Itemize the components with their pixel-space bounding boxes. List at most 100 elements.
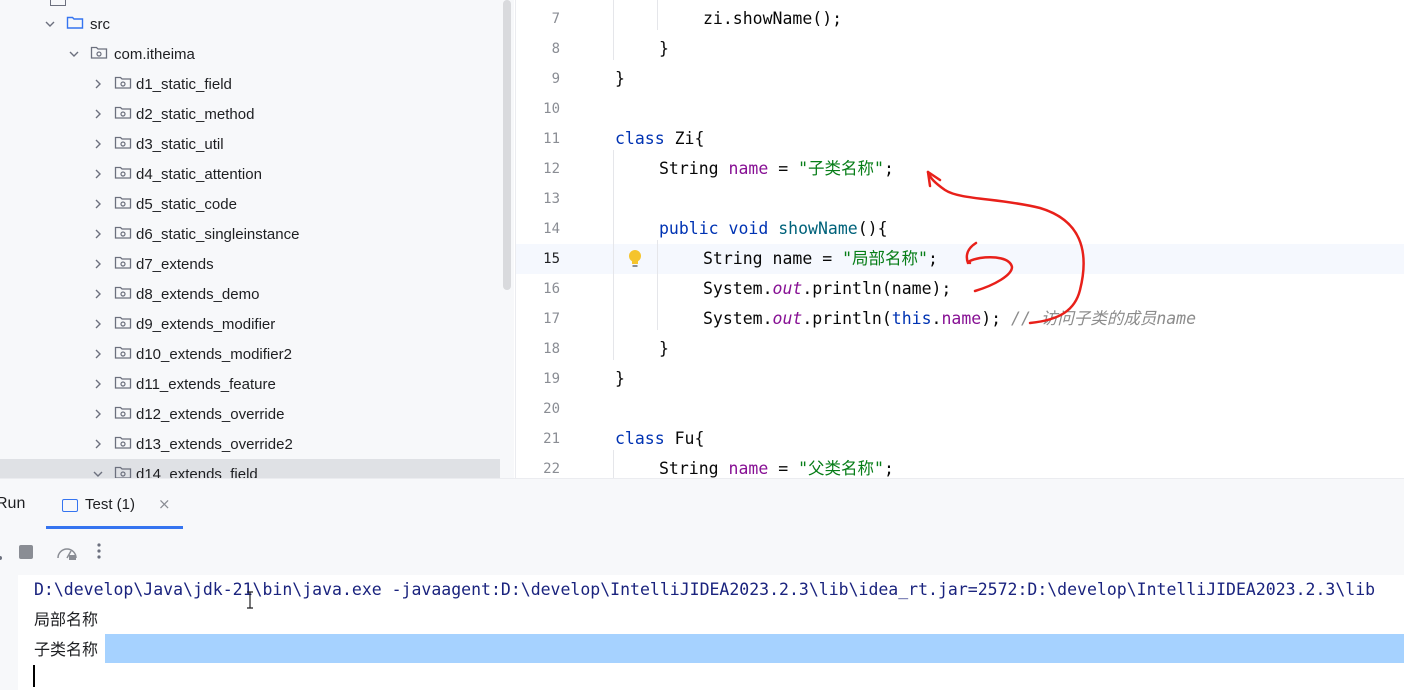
code-editor[interactable]: 7 8 9 10 11 12 13 14 15 16 17 18 19 20 2… (515, 0, 1404, 478)
chevron-right-icon[interactable] (90, 346, 106, 362)
package-icon (114, 344, 132, 364)
tree-item-label: d8_extends_demo (136, 285, 260, 303)
tree-item-src[interactable]: src (0, 9, 500, 39)
chevron-right-icon[interactable] (90, 256, 106, 272)
code-line-19: } (615, 369, 625, 388)
code-line-8: } (659, 39, 669, 58)
tree-scrollbar[interactable] (503, 0, 511, 290)
line-number: 20 (543, 401, 560, 417)
line-number: 21 (543, 431, 560, 447)
tree-item-d14[interactable]: d14_extends_field (0, 459, 500, 478)
package-icon (114, 464, 132, 478)
chevron-down-icon[interactable] (90, 466, 106, 478)
chevron-right-icon[interactable] (90, 376, 106, 392)
code-line-12: String name = "子类名称"; (659, 159, 894, 178)
more-options-icon[interactable] (96, 542, 102, 564)
code-line-22: String name = "父类名称"; (659, 459, 894, 478)
tree-item-label: d2_static_method (136, 105, 255, 123)
chevron-right-icon[interactable] (90, 76, 106, 92)
package-icon (114, 104, 132, 124)
tree-item-label: d1_static_field (136, 75, 232, 93)
indent-guide (613, 450, 614, 478)
line-number-current: 15 (543, 251, 560, 267)
tree-item-d6[interactable]: d6_static_singleinstance (0, 219, 500, 249)
close-icon[interactable]: × (158, 495, 171, 513)
line-number: 13 (543, 191, 560, 207)
tree-item-d12[interactable]: d12_extends_override (0, 399, 500, 429)
current-line-highlight (516, 244, 1404, 274)
stop-icon[interactable] (18, 544, 34, 564)
mouse-cursor-icon (246, 591, 254, 613)
indent-guide (657, 0, 658, 30)
tree-item-d10[interactable]: d10_extends_modifier2 (0, 339, 500, 369)
tree-item-label: d4_static_attention (136, 165, 262, 183)
rerun-icon[interactable] (0, 547, 4, 566)
console-output[interactable]: D:\develop\Java\jdk-21\bin\java.exe -jav… (0, 575, 1404, 690)
tree-item-d8[interactable]: d8_extends_demo (0, 279, 500, 309)
tree-item-d3[interactable]: d3_static_util (0, 129, 500, 159)
indent-guide (613, 150, 614, 360)
chevron-right-icon[interactable] (90, 406, 106, 422)
package-icon (114, 284, 132, 304)
chevron-down-icon[interactable] (66, 46, 82, 62)
code-line-9: } (615, 69, 625, 88)
indent-guide (657, 240, 658, 330)
tree-item-label: d11_extends_feature (136, 375, 276, 393)
code-line-7: zi.showName(); (703, 9, 843, 28)
tree-item-d5[interactable]: d5_static_code (0, 189, 500, 219)
chevron-right-icon[interactable] (90, 196, 106, 212)
chevron-right-icon[interactable] (90, 316, 106, 332)
chevron-right-icon[interactable] (90, 106, 106, 122)
tab-test[interactable]: Test (1) × (46, 479, 183, 529)
package-icon (114, 374, 132, 394)
run-panel: Run Test (1) × D:\develop\Java\jdk-21\bi… (0, 478, 1404, 690)
line-number: 12 (543, 161, 560, 177)
line-number: 10 (543, 101, 560, 117)
profiler-icon[interactable] (56, 543, 78, 565)
package-icon (114, 404, 132, 424)
tree-item-d7[interactable]: d7_extends (0, 249, 500, 279)
code-line-18: } (659, 339, 669, 358)
chevron-right-icon[interactable] (90, 136, 106, 152)
tree-item-label: d6_static_singleinstance (136, 225, 300, 243)
run-toolbar (0, 529, 1404, 575)
code-line-21: class Fu{ (615, 429, 705, 448)
tree-item-d11[interactable]: d11_extends_feature (0, 369, 500, 399)
tree-item-package[interactable]: com.itheima (0, 39, 500, 69)
package-icon (90, 44, 108, 64)
console-gutter (0, 575, 18, 690)
run-panel-title: Run (0, 495, 26, 512)
console-icon (62, 499, 78, 512)
tree-item-d13[interactable]: d13_extends_override2 (0, 429, 500, 459)
tree-item-label: d10_extends_modifier2 (136, 345, 292, 363)
tree-item-d2[interactable]: d2_static_method (0, 99, 500, 129)
console-output-line: 局部名称 (34, 610, 99, 629)
lightbulb-icon[interactable] (626, 248, 644, 270)
code-line-14: public void showName(){ (659, 219, 888, 238)
code-line-17: System.out.println(this.name); // 访问子类的成… (703, 309, 1197, 328)
line-number: 11 (543, 131, 560, 147)
package-icon (114, 74, 132, 94)
package-icon (114, 224, 132, 244)
tree-item-label: com.itheima (114, 45, 195, 63)
chevron-right-icon[interactable] (90, 226, 106, 242)
tree-item-d1[interactable]: d1_static_field (0, 69, 500, 99)
code-line-15: String name = "局部名称"; (703, 249, 938, 268)
tree-item-d9[interactable]: d9_extends_modifier (0, 309, 500, 339)
chevron-right-icon[interactable] (90, 286, 106, 302)
text-caret (33, 665, 35, 687)
package-icon (114, 134, 132, 154)
tree-item-label: d12_extends_override (136, 405, 285, 423)
tree-item-d4[interactable]: d4_static_attention (0, 159, 500, 189)
line-number: 22 (543, 461, 560, 477)
chevron-down-icon[interactable] (42, 16, 58, 32)
package-icon (114, 254, 132, 274)
tree-item-label: d13_extends_override2 (136, 435, 293, 453)
tree-item-label: d5_static_code (136, 195, 237, 213)
chevron-right-icon[interactable] (90, 166, 106, 182)
tree-item-label: d9_extends_modifier (136, 315, 276, 333)
chevron-right-icon[interactable] (90, 436, 106, 452)
code-line-11: class Zi{ (615, 129, 705, 148)
line-number: 16 (543, 281, 560, 297)
line-number: 19 (543, 371, 560, 387)
